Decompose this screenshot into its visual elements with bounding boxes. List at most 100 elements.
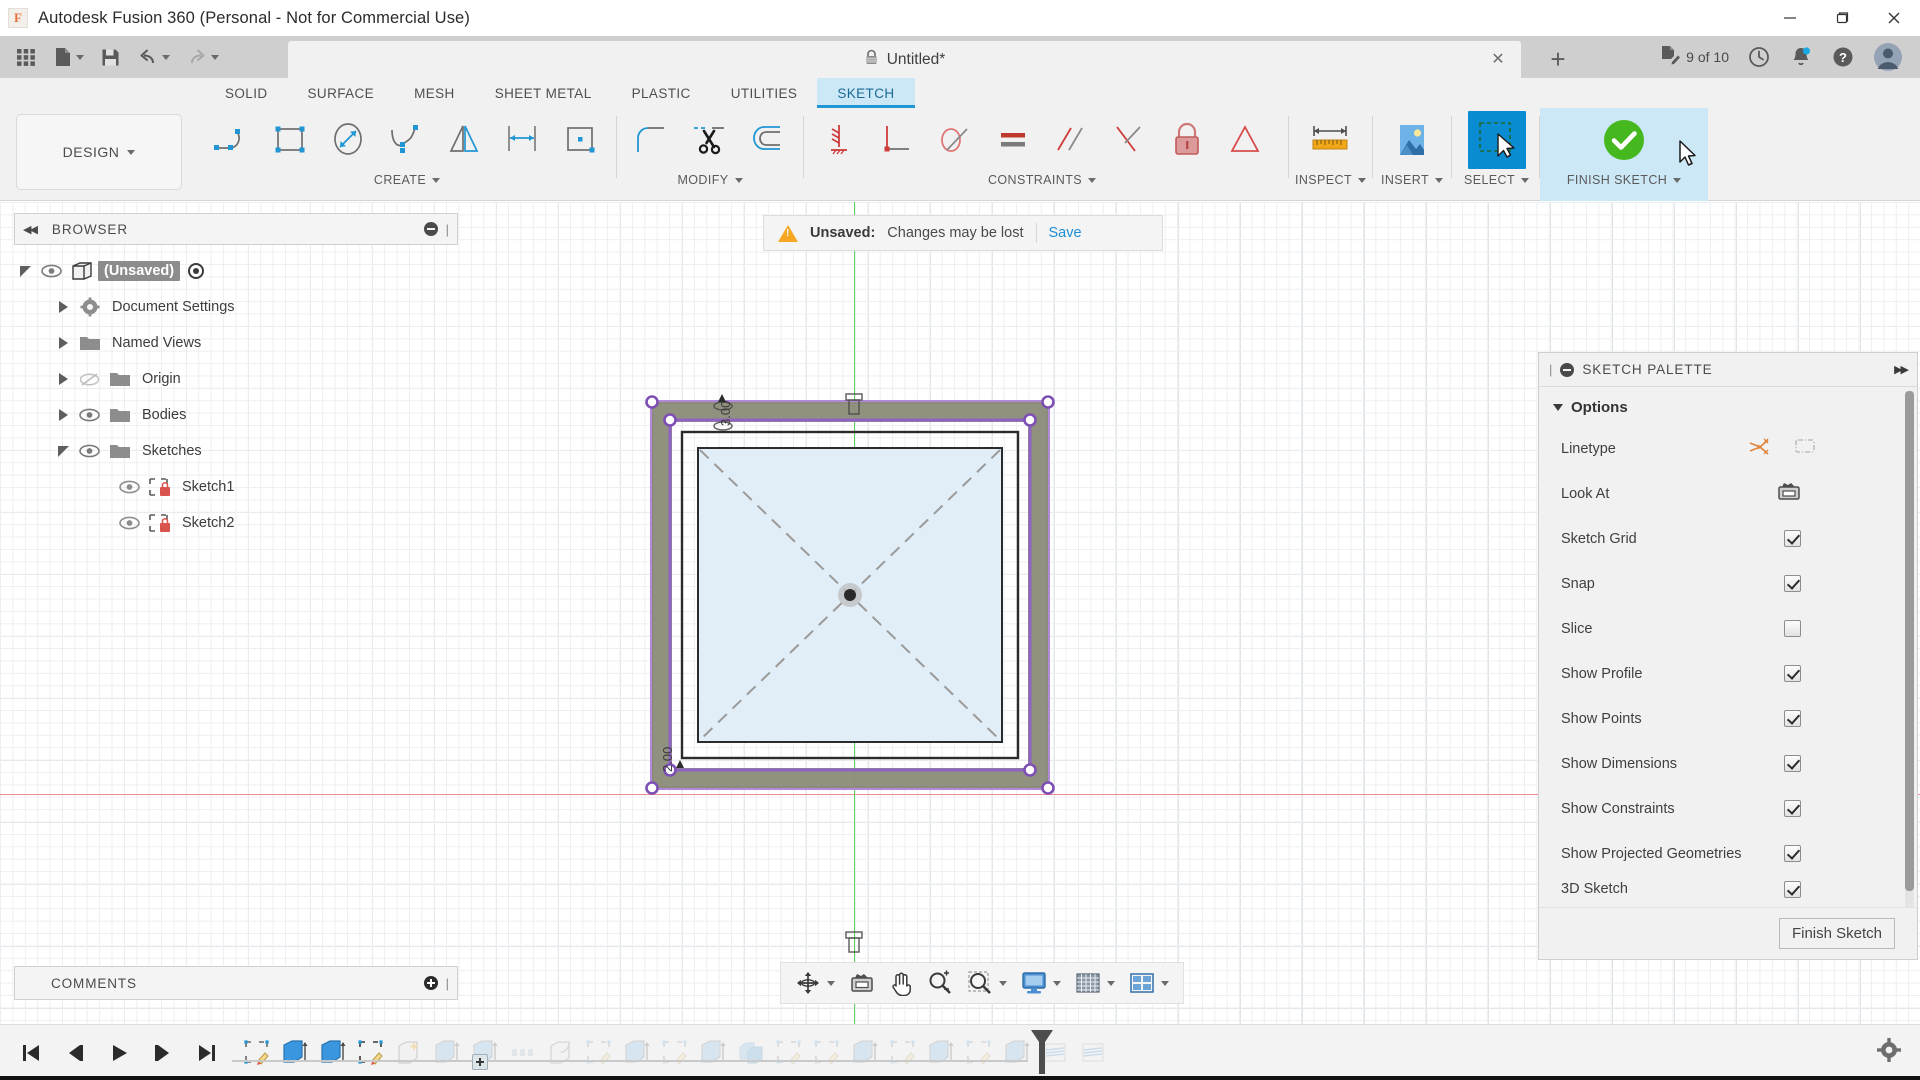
timeline-feature-sketch[interactable] xyxy=(770,1032,808,1074)
redo-button[interactable] xyxy=(179,40,226,74)
tree-node-sketch2[interactable]: Sketch2 xyxy=(14,505,458,541)
look-at-icon[interactable] xyxy=(843,966,881,1000)
app-grid-icon[interactable] xyxy=(8,40,44,74)
tab-mesh[interactable]: MESH xyxy=(394,78,475,108)
option-show-projected-geometries[interactable]: Show Projected Geometries xyxy=(1539,831,1917,876)
timeline-end-marker[interactable] xyxy=(1028,1028,1056,1076)
timeline-feature-sketch[interactable] xyxy=(352,1032,390,1074)
step-back-icon[interactable] xyxy=(56,1034,94,1072)
option-look-at[interactable]: Look At xyxy=(1539,471,1917,516)
step-forward-icon[interactable] xyxy=(144,1034,182,1072)
option-snap[interactable]: Snap xyxy=(1539,561,1917,606)
help-button[interactable]: ? xyxy=(1824,40,1862,74)
maximize-button[interactable] xyxy=(1816,0,1868,36)
tree-node-document-settings[interactable]: Document Settings xyxy=(14,289,458,325)
minimize-button[interactable] xyxy=(1764,0,1816,36)
orbit-icon[interactable] xyxy=(789,966,841,1000)
grip-icon[interactable]: | xyxy=(1549,362,1552,377)
activate-component-radio[interactable] xyxy=(188,263,204,279)
offset-icon[interactable] xyxy=(739,111,797,169)
new-tab-button[interactable]: + xyxy=(1535,41,1581,78)
tab-solid[interactable]: SOLID xyxy=(205,78,288,108)
mirror-icon[interactable] xyxy=(436,111,494,169)
sketch-grid-checkbox[interactable] xyxy=(1784,530,1801,547)
tab-sketch[interactable]: SKETCH xyxy=(817,78,914,108)
visibility-eye-icon[interactable] xyxy=(74,408,104,422)
option-linetype[interactable]: Linetype xyxy=(1539,426,1917,471)
parallel-icon[interactable] xyxy=(1042,111,1100,169)
grip-icon[interactable]: | xyxy=(446,976,449,991)
timeline-add-marker[interactable] xyxy=(472,1054,488,1070)
construction-line-icon[interactable] xyxy=(1747,435,1771,462)
document-tab[interactable]: Untitled* ✕ xyxy=(288,41,1521,78)
trim-scissors-icon[interactable] xyxy=(681,111,739,169)
tab-plastic[interactable]: PLASTIC xyxy=(612,78,711,108)
timeline-feature-thread[interactable] xyxy=(1074,1032,1112,1074)
timeline-feature-extrude[interactable] xyxy=(314,1032,352,1074)
expand-toggle[interactable] xyxy=(52,301,74,313)
timeline-feature-combine[interactable] xyxy=(732,1032,770,1074)
fix-ground-icon[interactable] xyxy=(1158,111,1216,169)
insert-group-label[interactable]: INSERT xyxy=(1381,170,1443,190)
visibility-eye-icon[interactable] xyxy=(36,264,66,278)
show-profile-checkbox[interactable] xyxy=(1784,665,1801,682)
document-tab-close-icon[interactable]: ✕ xyxy=(1489,50,1507,68)
circle-icon[interactable] xyxy=(320,111,378,169)
slice-checkbox[interactable] xyxy=(1784,620,1801,637)
palette-scrollbar-thumb[interactable] xyxy=(1905,391,1914,891)
tree-node-bodies[interactable]: Bodies xyxy=(14,397,458,433)
option-show-points[interactable]: Show Points xyxy=(1539,696,1917,741)
visibility-eye-off-icon[interactable] xyxy=(74,372,104,387)
timeline-feature-pattern[interactable] xyxy=(504,1032,542,1074)
timeline-feature-new-component[interactable] xyxy=(390,1032,428,1074)
snap-checkbox[interactable] xyxy=(1784,575,1801,592)
comments-panel-header[interactable]: COMMENTS | xyxy=(14,966,458,1000)
new-document-button[interactable] xyxy=(46,40,91,74)
expand-toggle[interactable] xyxy=(14,266,36,277)
save-link[interactable]: Save xyxy=(1049,225,1082,241)
timeline-feature-sketch[interactable] xyxy=(238,1032,276,1074)
avatar[interactable] xyxy=(1866,40,1910,74)
pan-hand-icon[interactable] xyxy=(883,966,919,1000)
timeline-feature-sketch[interactable] xyxy=(580,1032,618,1074)
skip-end-icon[interactable] xyxy=(188,1034,226,1072)
timeline-feature-sketch[interactable] xyxy=(656,1032,694,1074)
close-button[interactable] xyxy=(1868,0,1920,36)
3d-sketch-checkbox[interactable] xyxy=(1784,881,1801,898)
create-group-label[interactable]: CREATE xyxy=(374,170,440,190)
sketch-palette-body[interactable]: Options Linetype Look At xyxy=(1539,387,1917,907)
viewport-layout-icon[interactable] xyxy=(1123,966,1175,1000)
option-slice[interactable]: Slice xyxy=(1539,606,1917,651)
show-constraints-checkbox[interactable] xyxy=(1784,800,1801,817)
perpendicular-icon[interactable] xyxy=(868,111,926,169)
palette-scrollbar[interactable] xyxy=(1905,391,1914,907)
skip-start-icon[interactable] xyxy=(12,1034,50,1072)
expand-toggle[interactable] xyxy=(52,337,74,349)
timeline-feature-extrude[interactable] xyxy=(846,1032,884,1074)
grid-snaps-icon[interactable] xyxy=(1069,966,1121,1000)
timeline-track[interactable] xyxy=(238,1028,1112,1078)
measure-ruler-icon[interactable] xyxy=(1297,111,1363,169)
grip-icon[interactable]: | xyxy=(446,222,449,237)
jobs-status[interactable]: 9 of 10 xyxy=(1652,40,1736,74)
select-group-label[interactable]: SELECT xyxy=(1464,170,1529,190)
collapse-left-icon[interactable]: ◀◀ xyxy=(23,223,36,236)
display-settings-icon[interactable] xyxy=(1015,966,1067,1000)
look-at-icon[interactable] xyxy=(1777,480,1801,507)
coincident-icon[interactable] xyxy=(1100,111,1158,169)
visibility-eye-icon[interactable] xyxy=(74,444,104,458)
zoom-icon[interactable] xyxy=(921,966,959,1000)
timeline-feature-sketch[interactable] xyxy=(884,1032,922,1074)
timeline-feature-shell[interactable] xyxy=(542,1032,580,1074)
inspect-group-label[interactable]: INSPECT xyxy=(1295,170,1366,190)
expand-toggle[interactable] xyxy=(52,373,74,385)
select-window-icon[interactable] xyxy=(1468,111,1526,169)
undo-button[interactable] xyxy=(130,40,177,74)
spline-icon[interactable] xyxy=(378,111,436,169)
tree-node-named-views[interactable]: Named Views xyxy=(14,325,458,361)
line-icon[interactable] xyxy=(204,111,262,169)
tree-node-unsaved[interactable]: (Unsaved) xyxy=(14,253,458,289)
workspace-switcher[interactable]: DESIGN xyxy=(16,114,182,190)
tangent-icon[interactable] xyxy=(926,111,984,169)
option-sketch-grid[interactable]: Sketch Grid xyxy=(1539,516,1917,561)
